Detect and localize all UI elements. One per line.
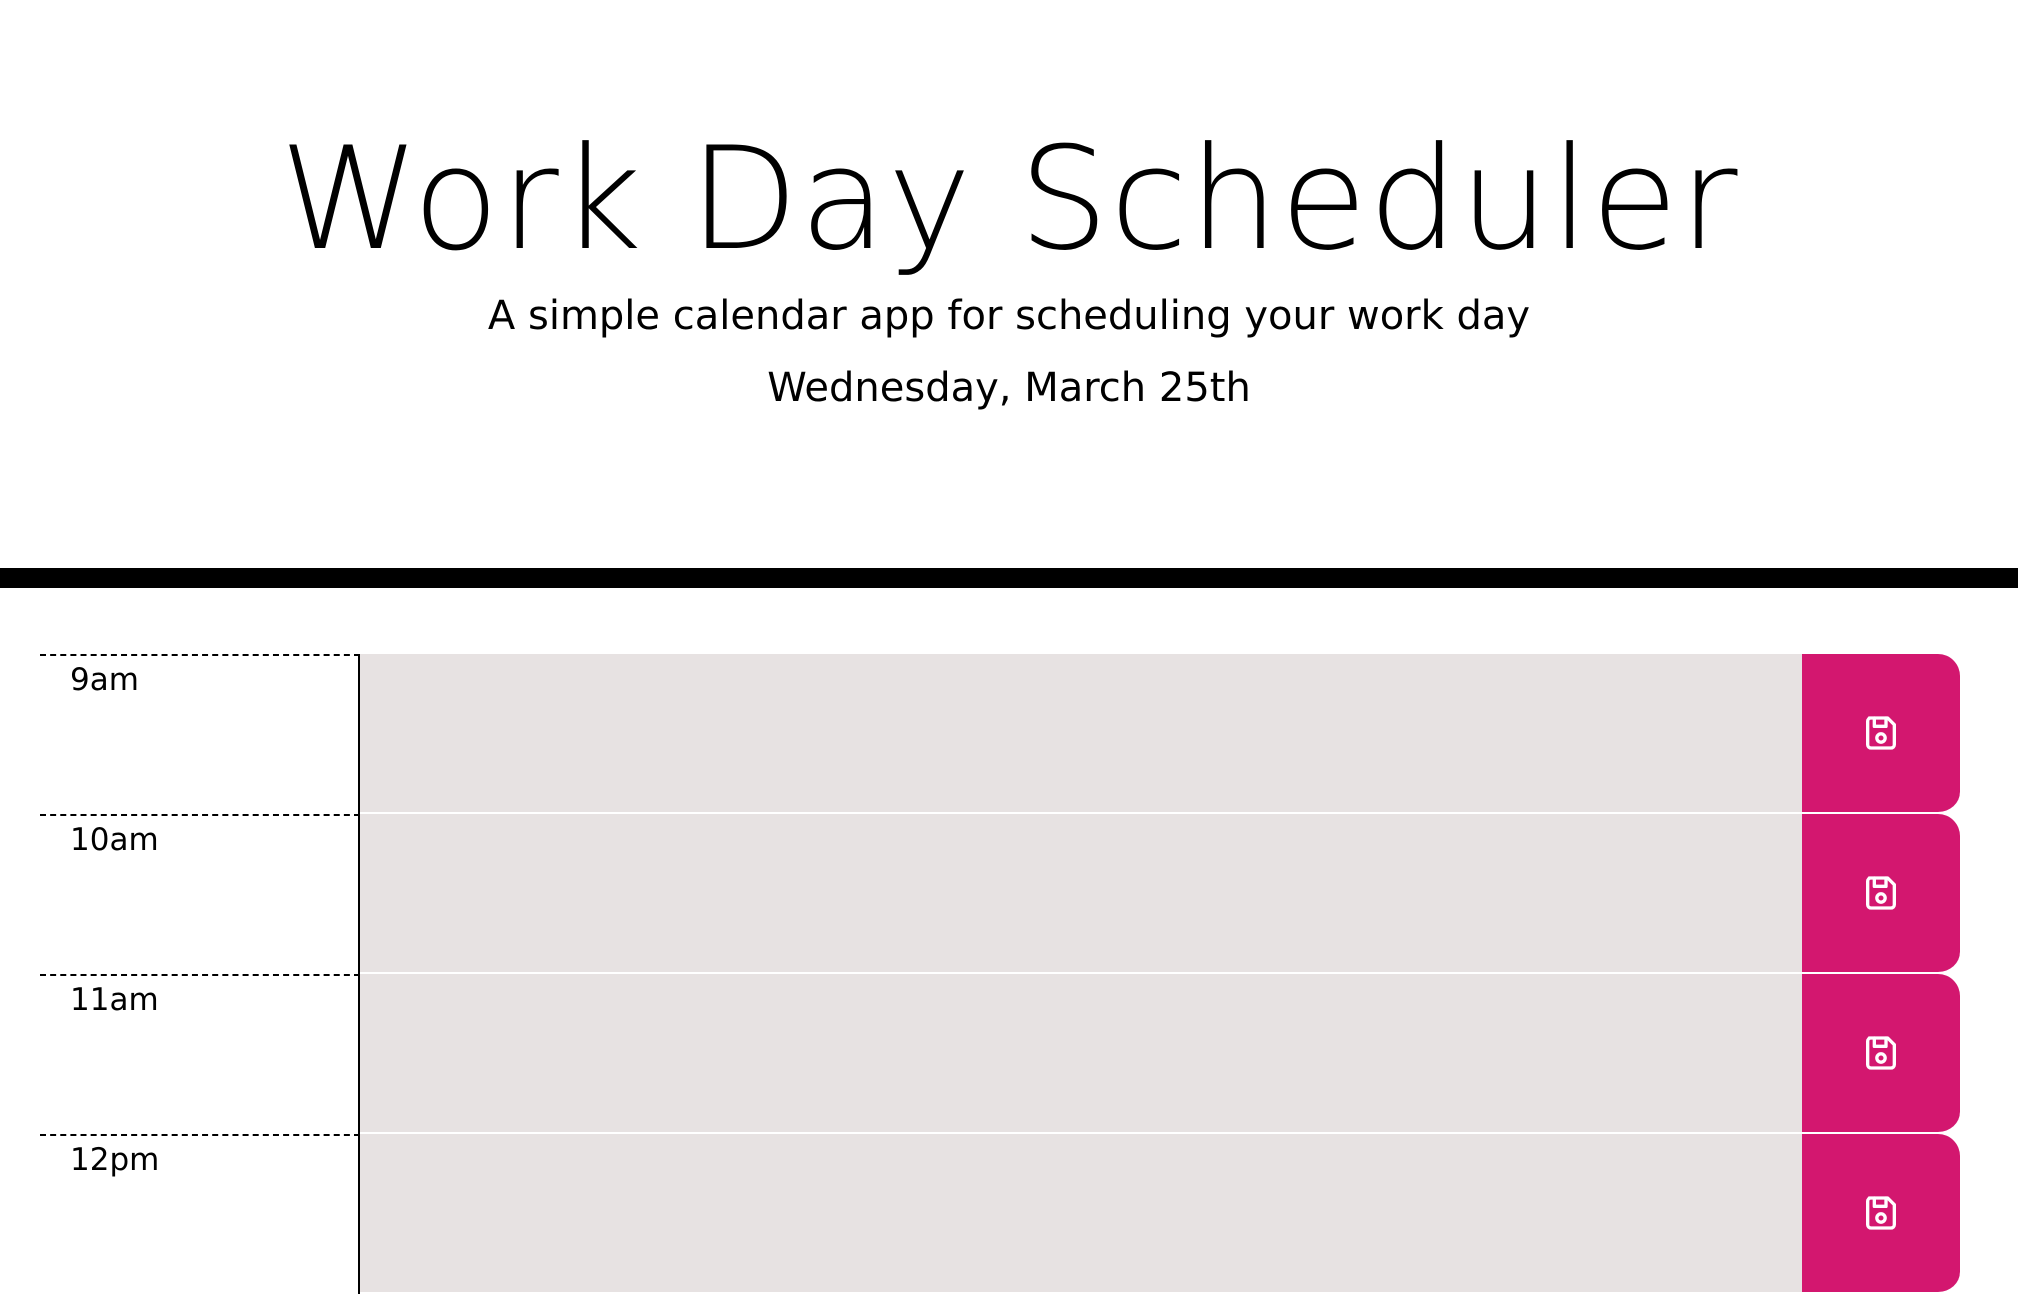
event-description-input[interactable]: [360, 974, 1802, 1134]
current-day: Wednesday, March 25th: [767, 365, 1251, 411]
save-button[interactable]: [1802, 1134, 1960, 1294]
time-block-11am: 11am: [40, 974, 1960, 1134]
page-title: Work Day Scheduler: [279, 117, 1739, 282]
save-icon: [1866, 1196, 1896, 1230]
save-icon: [1866, 1036, 1896, 1070]
event-description-input[interactable]: [360, 1134, 1802, 1294]
save-icon: [1866, 876, 1896, 910]
hour-label: 12pm: [40, 1134, 360, 1294]
page-subtitle: A simple calendar app for scheduling you…: [487, 293, 1531, 339]
save-button[interactable]: [1802, 654, 1960, 814]
hour-label: 9am: [40, 654, 360, 814]
save-button[interactable]: [1802, 814, 1960, 974]
save-button[interactable]: [1802, 974, 1960, 1134]
time-block-9am: 9am: [40, 654, 1960, 814]
time-block-12pm: 12pm: [40, 1134, 1960, 1294]
hour-label: 10am: [40, 814, 360, 974]
header-jumbotron: Work Day Scheduler A simple calendar app…: [0, 0, 2018, 588]
hour-label: 11am: [40, 974, 360, 1134]
save-icon: [1866, 716, 1896, 750]
time-block-list: 9am 10am 11am 12pm: [40, 654, 1960, 1294]
event-description-input[interactable]: [360, 654, 1802, 814]
time-block-10am: 10am: [40, 814, 1960, 974]
event-description-input[interactable]: [360, 814, 1802, 974]
